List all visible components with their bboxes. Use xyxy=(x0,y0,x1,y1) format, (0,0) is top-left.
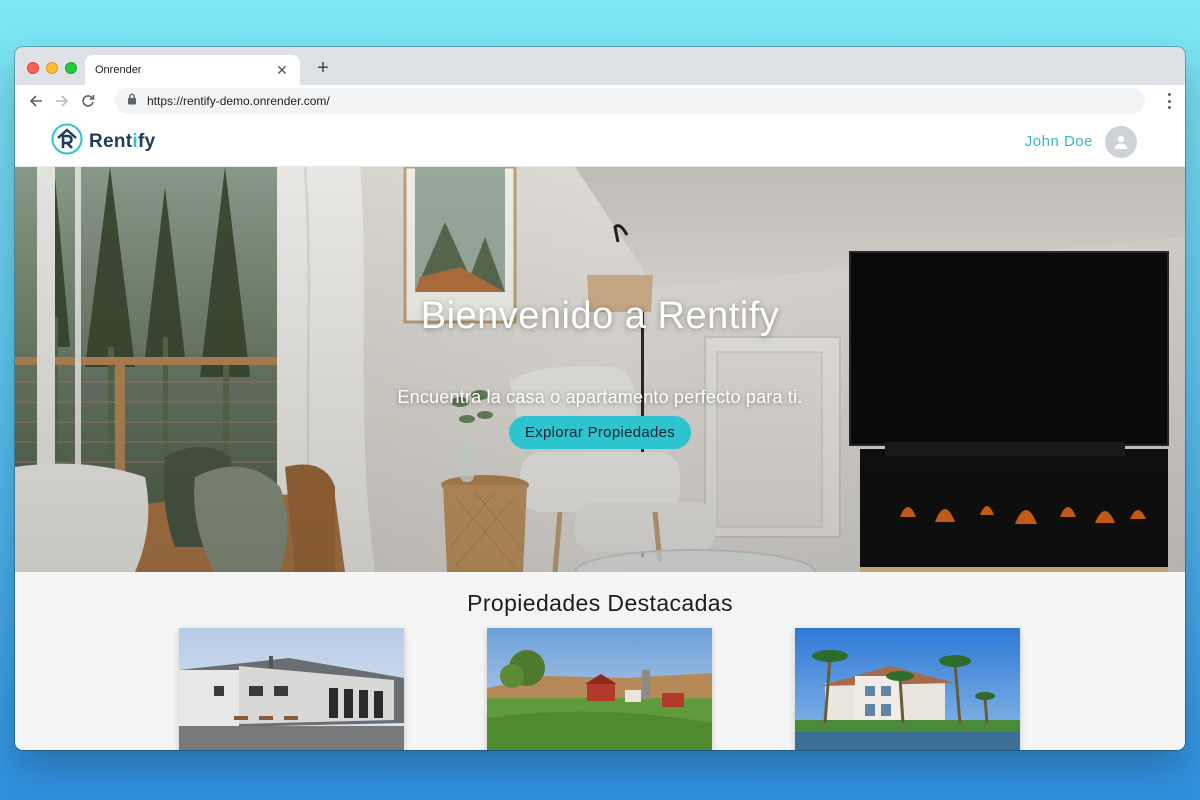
brand-name: Rentify xyxy=(89,130,156,152)
browser-tab[interactable]: Onrender ✕ xyxy=(85,55,300,85)
browser-window: Onrender ✕ + https://rentify-demo.onrend… xyxy=(15,47,1185,750)
minimize-window-button[interactable] xyxy=(46,62,58,74)
hero-content: Bienvenido a Rentify Encuentra la casa o… xyxy=(15,167,1185,572)
close-window-button[interactable] xyxy=(27,62,39,74)
address-bar[interactable]: https://rentify-demo.onrender.com/ xyxy=(115,88,1145,114)
brand[interactable]: Rentify xyxy=(51,123,156,160)
arrow-right-icon[interactable] xyxy=(49,88,75,114)
maximize-window-button[interactable] xyxy=(65,62,77,74)
featured-title: Propiedades Destacadas xyxy=(467,590,733,616)
user-icon[interactable] xyxy=(1105,125,1137,158)
hero-subtitle: Encuentra la casa o apartamento perfecto… xyxy=(397,387,803,407)
plus-icon[interactable]: + xyxy=(312,57,334,79)
tab-title: Onrender xyxy=(95,64,142,76)
url-text: https://rentify-demo.onrender.com/ xyxy=(147,94,330,108)
property-image xyxy=(487,628,712,750)
more-vertical-icon[interactable] xyxy=(1167,93,1171,109)
property-image xyxy=(795,628,1020,750)
explore-properties-button[interactable]: Explorar Propiedades xyxy=(509,416,691,449)
property-card[interactable] xyxy=(487,628,712,750)
browser-toolbar: https://rentify-demo.onrender.com/ xyxy=(15,85,1185,117)
tab-strip: Onrender ✕ + xyxy=(15,47,1185,85)
property-card[interactable] xyxy=(179,628,404,750)
lock-icon xyxy=(127,92,137,110)
user-name[interactable]: John Doe xyxy=(1025,133,1093,150)
app-header: Rentify John Doe xyxy=(15,117,1185,167)
property-card[interactable] xyxy=(795,628,1020,750)
close-icon[interactable]: ✕ xyxy=(274,62,290,78)
featured-section: Propiedades Destacadas xyxy=(15,572,1185,750)
arrow-left-icon[interactable] xyxy=(23,88,49,114)
brand-accent-letter: i xyxy=(132,130,139,152)
user-menu[interactable]: John Doe xyxy=(1025,125,1137,158)
property-image xyxy=(179,628,404,750)
hero-title: Bienvenido a Rentify xyxy=(420,295,780,337)
logo-icon xyxy=(51,123,83,160)
reload-icon[interactable] xyxy=(75,88,101,114)
hero-section: Bienvenido a Rentify Encuentra la casa o… xyxy=(15,167,1185,572)
